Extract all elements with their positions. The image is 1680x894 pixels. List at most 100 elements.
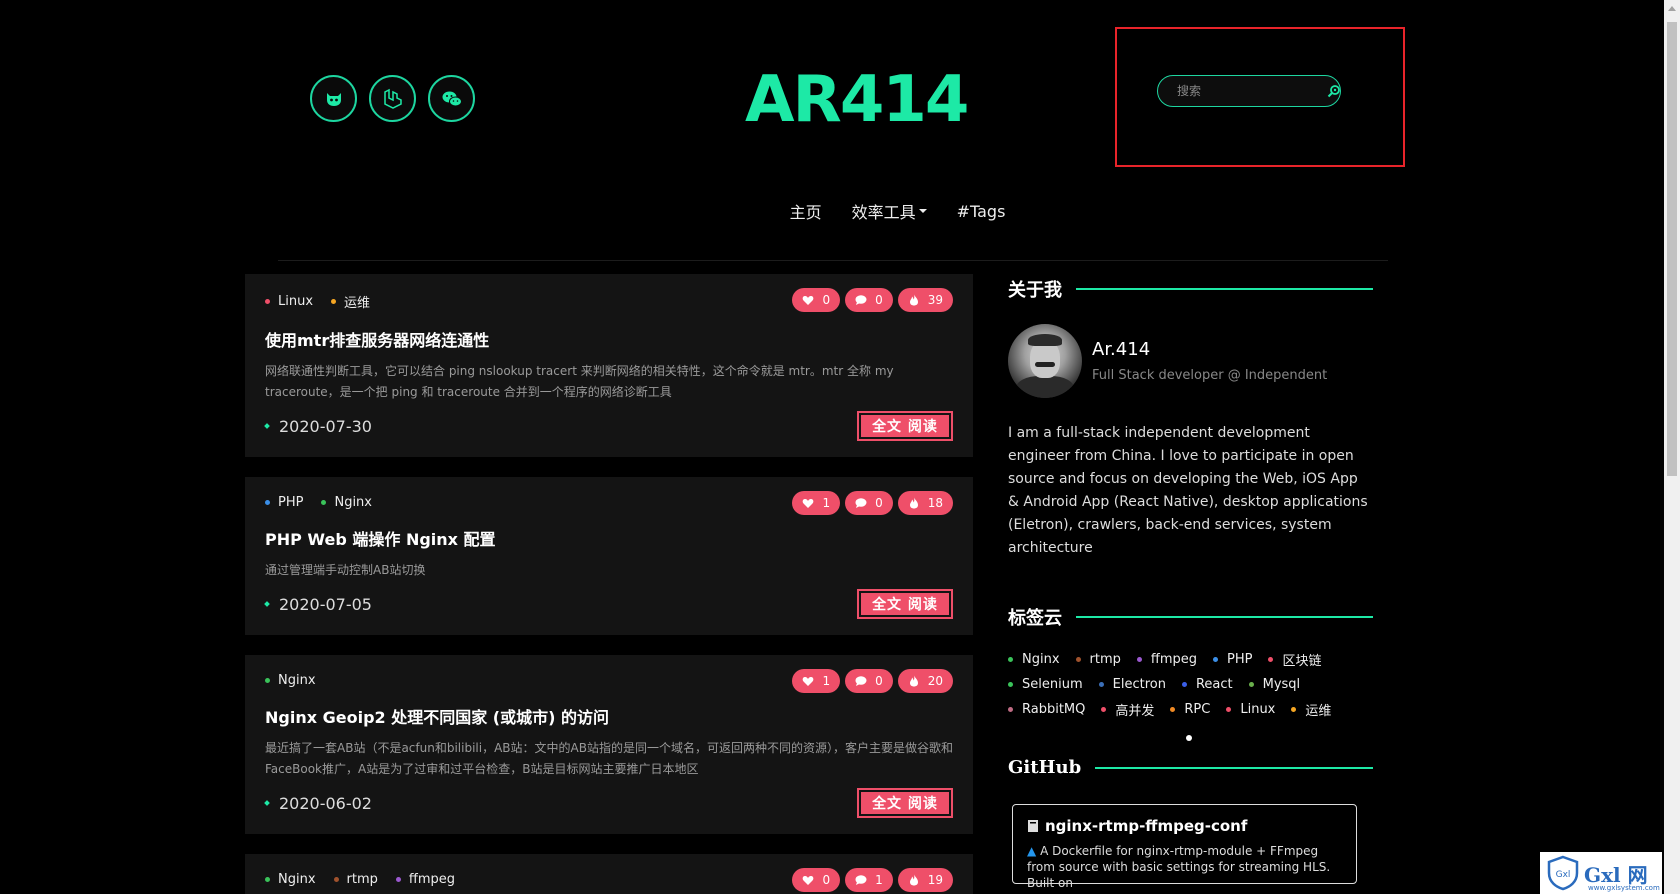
- site-logo[interactable]: AR414: [745, 68, 969, 132]
- tagcloud-item[interactable]: 高并发: [1101, 700, 1154, 719]
- tag-dot: [1075, 657, 1081, 662]
- post-tag[interactable]: PHP: [265, 495, 303, 510]
- post-title[interactable]: Nginx Geoip2 处理不同国家 (或城市) 的访问: [265, 704, 953, 728]
- comments-badge[interactable]: 1: [845, 868, 893, 892]
- tagcloud-item[interactable]: Linux: [1226, 700, 1275, 719]
- tagcloud-item[interactable]: Electron: [1098, 677, 1166, 692]
- tagcloud-item[interactable]: React: [1181, 677, 1233, 692]
- post-stats: 1 0 18: [792, 491, 953, 515]
- nav-tags[interactable]: #Tags: [957, 199, 1006, 223]
- post-excerpt: 最近搞了一套AB站（不是acfun和bilibili，AB站：文中的AB站指的是…: [265, 741, 953, 776]
- tagcloud-item[interactable]: ffmpeg: [1136, 650, 1197, 669]
- wechat-link[interactable]: [428, 75, 475, 122]
- comments-badge[interactable]: 0: [845, 288, 893, 312]
- likes-badge[interactable]: 0: [792, 288, 841, 312]
- svg-text:Gxl: Gxl: [1556, 870, 1571, 880]
- github-repo-card[interactable]: nginx-rtmp-ffmpeg-conf ▲ A Dockerfile fo…: [1012, 804, 1357, 890]
- tag-dot: [321, 500, 327, 505]
- tag-dot: [1291, 707, 1297, 712]
- post-title[interactable]: PHP Web 端操作 Nginx 配置: [265, 526, 953, 550]
- tag-dot: [1226, 707, 1232, 712]
- comment-icon: [855, 675, 867, 687]
- tagcloud-item[interactable]: Selenium: [1008, 677, 1083, 692]
- scrollbar-thumb[interactable]: [1667, 22, 1677, 476]
- post-tag[interactable]: Nginx: [321, 495, 372, 510]
- post-tag[interactable]: ffmpeg: [395, 872, 455, 887]
- views-count: 20: [927, 674, 943, 688]
- comments-count: 1: [875, 873, 883, 887]
- diamond-icon: [264, 601, 270, 607]
- nav-home[interactable]: 主页: [790, 199, 822, 223]
- tagcloud-item[interactable]: RabbitMQ: [1008, 700, 1085, 719]
- post-tag-label: Nginx: [334, 495, 372, 510]
- tag-dot: [1008, 682, 1013, 687]
- tagcloud-item[interactable]: RPC: [1170, 700, 1210, 719]
- tag-dot: [1101, 707, 1107, 712]
- laravel-link[interactable]: [369, 75, 416, 122]
- tagcloud-item[interactable]: Nginx: [1008, 650, 1060, 669]
- tagcloud-item[interactable]: 运维: [1291, 700, 1331, 719]
- tag-dot: [395, 877, 401, 882]
- post-tag[interactable]: rtmp: [333, 872, 378, 887]
- search-box: [1157, 75, 1341, 107]
- diamond-icon: [264, 423, 270, 429]
- nav-tools[interactable]: 效率工具: [852, 199, 927, 223]
- post-tag[interactable]: Linux: [265, 292, 313, 311]
- post-tag-label: 运维: [344, 296, 371, 311]
- read-more-button[interactable]: 全文 阅读: [857, 589, 953, 619]
- post-tag[interactable]: 运维: [331, 292, 370, 311]
- read-more-button[interactable]: 全文 阅读: [857, 788, 953, 818]
- likes-count: 0: [822, 873, 831, 887]
- heart-icon: [802, 874, 814, 886]
- fire-icon: [908, 675, 920, 687]
- post-tag[interactable]: Nginx: [265, 673, 316, 688]
- scrollbar[interactable]: [1664, 0, 1680, 894]
- search-input[interactable]: [1158, 84, 1327, 98]
- tagcloud-heading-text: 标签云: [1008, 608, 1062, 629]
- tag-dot: [265, 877, 270, 882]
- tagcloud-item[interactable]: 区块链: [1268, 650, 1322, 669]
- read-more-button[interactable]: 全文 阅读: [857, 411, 953, 441]
- header-divider: [278, 260, 1388, 261]
- carousel-dot[interactable]: [1185, 735, 1192, 741]
- main-nav: 主页 效率工具 #Tags: [0, 199, 1680, 223]
- post-tag-label: Nginx: [278, 673, 316, 688]
- laravel-icon: [383, 88, 402, 109]
- likes-badge[interactable]: 1: [792, 491, 841, 515]
- comments-badge[interactable]: 0: [845, 491, 893, 515]
- views-badge: 39: [897, 288, 953, 312]
- tagcloud-item[interactable]: PHP: [1213, 650, 1252, 669]
- whale-icon: ▲: [1027, 844, 1037, 858]
- post-tag[interactable]: Nginx: [265, 872, 316, 887]
- comments-count: 0: [875, 496, 883, 510]
- tag-dot: [331, 299, 337, 304]
- read-more-label: 全文 阅读: [861, 593, 949, 615]
- read-more-label: 全文 阅读: [861, 792, 949, 814]
- nav-tools-label: 效率工具: [851, 203, 916, 222]
- repo-desc: ▲ A Dockerfile for nginx-rtmp-module + F…: [1027, 843, 1342, 891]
- post-card: PHP Nginx 1 0 18 PHP Web 端操作 Nginx 配置 通过管…: [245, 477, 973, 635]
- post-title[interactable]: 使用mtr排查服务器网络连通性: [265, 327, 953, 351]
- likes-badge[interactable]: 1: [792, 669, 841, 693]
- likes-badge[interactable]: 0: [792, 868, 841, 892]
- post-card: Linux 运维 0 0 39 使用mtr排查服务器网络连通性 网络联通性判断工具…: [245, 274, 973, 457]
- diamond-icon: [264, 800, 270, 806]
- post-footer: 2020-07-05 全文 阅读: [264, 589, 953, 619]
- comment-icon: [855, 294, 867, 306]
- book-icon: [1028, 820, 1038, 832]
- comments-badge[interactable]: 0: [845, 669, 893, 693]
- tagcloud-item[interactable]: rtmp: [1075, 650, 1121, 669]
- watermark: Gxl Gxl 网 www.gxlsystem.com: [1540, 852, 1662, 894]
- github-link[interactable]: [310, 75, 357, 122]
- comments-count: 0: [875, 293, 883, 307]
- repo-desc-text: A Dockerfile for nginx-rtmp-module + FFm…: [1027, 844, 1331, 890]
- tagcloud-item[interactable]: Mysql: [1248, 677, 1300, 692]
- post-footer: 2020-07-30 全文 阅读: [264, 411, 953, 441]
- search-button[interactable]: [1327, 84, 1341, 98]
- caret-down-icon: [918, 209, 927, 213]
- scroll-up-icon[interactable]: [1668, 6, 1676, 11]
- tagcloud-label: RabbitMQ: [1022, 702, 1086, 717]
- post-excerpt: 网络联通性判断工具，它可以结合 ping nslookup tracert 来判…: [265, 364, 894, 399]
- tag-dot: [1008, 707, 1013, 712]
- tagcloud-label: PHP: [1227, 652, 1253, 667]
